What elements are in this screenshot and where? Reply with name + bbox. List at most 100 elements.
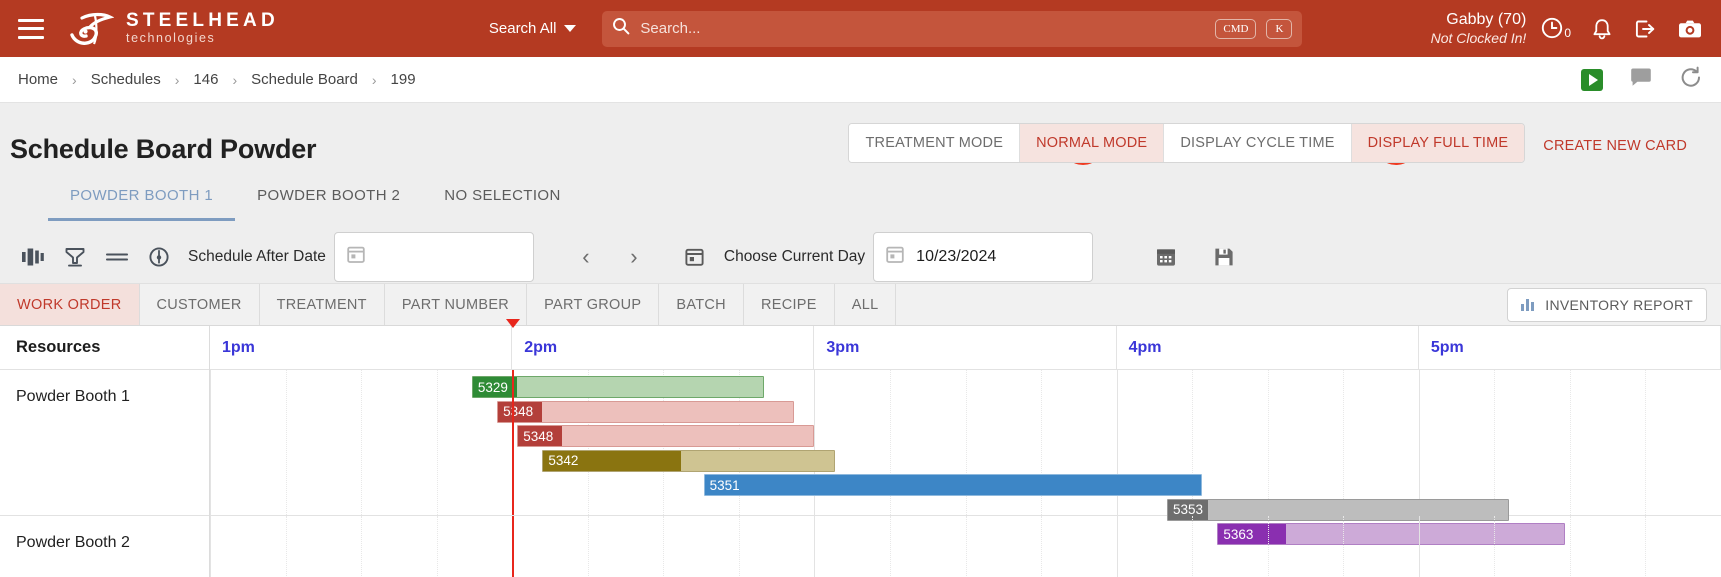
play-button[interactable] <box>1581 68 1603 91</box>
create-new-card-button[interactable]: CREATE NEW CARD <box>1525 127 1703 165</box>
columns-icon[interactable] <box>12 242 54 272</box>
gantt-quarter-gridline <box>361 370 363 515</box>
resources-column-header: Resources <box>0 326 209 370</box>
normal-mode-button[interactable]: NORMAL MODE <box>1020 124 1165 162</box>
breadcrumb-separator-icon: › <box>174 71 180 88</box>
filter-tab-part-group[interactable]: PART GROUP <box>527 284 660 325</box>
gantt-resource-cell: Powder Booth 1 <box>0 370 210 516</box>
breadcrumb-actions <box>1581 66 1703 94</box>
gantt-chart: Resources 1pm 2pm 3pm 4pm 5pm Powder Boo… <box>0 319 1721 577</box>
gantt-hour-gridline <box>1418 516 1420 577</box>
display-cycle-time-button[interactable]: DISPLAY CYCLE TIME <box>1164 124 1352 162</box>
gantt-lane-powder-booth-1[interactable]: 5329 5348 5348 5342 5351 5353 5363 <box>210 370 1721 545</box>
current-day-input[interactable]: 10/23/2024 <box>873 232 1094 282</box>
calendar-icon <box>886 245 904 269</box>
gantt-row: Powder Booth 2 <box>0 516 1721 577</box>
search-scope-dropdown[interactable]: Search All <box>489 20 577 37</box>
filter-tab-customer[interactable]: CUSTOMER <box>139 284 260 325</box>
schedule-after-date-input[interactable] <box>333 232 534 282</box>
logout-icon[interactable] <box>1633 17 1657 41</box>
gantt-quarter-gridline <box>1494 370 1496 515</box>
gantt-lane-powder-booth-2[interactable] <box>210 516 1721 577</box>
clock-icon[interactable]: 0 <box>1540 15 1571 42</box>
filter-funnel-icon[interactable] <box>54 242 96 272</box>
filter-tab-recipe[interactable]: RECIPE <box>743 284 835 325</box>
gantt-quarter-gridline <box>436 516 438 577</box>
treatment-mode-button[interactable]: TREATMENT MODE <box>849 124 1021 162</box>
tab-powder-booth-1[interactable]: POWDER BOOTH 1 <box>48 177 236 221</box>
chat-icon[interactable] <box>1629 67 1653 93</box>
hamburger-icon[interactable] <box>18 18 44 39</box>
gantt-quarter-gridline <box>663 516 665 577</box>
filter-tab-batch[interactable]: BATCH <box>659 284 744 325</box>
breadcrumb: Home › Schedules › 146 › Schedule Board … <box>0 57 1721 103</box>
previous-day-button[interactable]: ‹ <box>568 240 604 274</box>
current-time-marker-icon <box>506 319 521 328</box>
choose-day-calendar-icon[interactable] <box>674 242 716 272</box>
app-header: STEELHEAD technologies Search All Search… <box>0 0 1721 57</box>
filter-tab-treatment[interactable]: TREATMENT <box>259 284 385 325</box>
breadcrumb-item-schedules[interactable]: Schedules <box>91 71 161 88</box>
inventory-report-button[interactable]: INVENTORY REPORT <box>1507 287 1707 322</box>
gantt-resources-header-cell: Resources <box>0 326 210 370</box>
inventory-report-label: INVENTORY REPORT <box>1545 296 1693 313</box>
user-info[interactable]: Gabby (70) Not Clocked In! <box>1431 10 1541 47</box>
gantt-bar[interactable]: 5348 <box>517 425 815 447</box>
hamburger-line <box>18 35 44 39</box>
refresh-icon[interactable] <box>1679 66 1703 94</box>
bell-icon[interactable] <box>1591 17 1613 41</box>
gantt-quarter-gridline <box>1645 516 1647 577</box>
gantt-quarter-gridline <box>1569 370 1571 515</box>
filter-tab-all[interactable]: ALL <box>834 284 897 325</box>
resource-label-powder-booth-1: Powder Booth 1 <box>0 370 209 516</box>
chevron-down-icon <box>564 25 577 32</box>
current-time-line <box>512 370 515 515</box>
gantt-hour-gridline <box>814 516 816 577</box>
gantt-bar[interactable]: 5351 <box>703 474 1203 496</box>
calendar-icon <box>347 245 365 269</box>
gantt-time-axis: 1pm 2pm 3pm 4pm 5pm <box>210 319 1721 370</box>
display-full-time-button[interactable]: DISPLAY FULL TIME <box>1351 124 1525 162</box>
time-tick-2pm: 2pm <box>512 326 815 369</box>
gantt-quarter-gridline <box>889 516 891 577</box>
breadcrumb-item-199[interactable]: 199 <box>391 71 416 88</box>
calendar-icon[interactable] <box>1145 242 1187 272</box>
gantt-bar-work-order-label: 5348 <box>498 401 543 422</box>
bar-chart-icon <box>1521 298 1536 311</box>
next-day-button[interactable]: › <box>616 240 652 274</box>
gantt-quarter-gridline <box>1343 370 1345 515</box>
search-icon <box>612 17 630 40</box>
gantt-quarter-gridline <box>436 370 438 515</box>
schedule-after-date-label: Schedule After Date <box>188 248 326 265</box>
refresh-circle-icon[interactable] <box>138 242 180 272</box>
gantt-quarter-gridline <box>1343 516 1345 577</box>
breadcrumb-item-home[interactable]: Home <box>18 71 58 88</box>
gantt-bar[interactable]: 5348 <box>497 400 795 423</box>
gantt-hour-gridline <box>210 516 211 577</box>
gantt-quarter-gridline <box>965 516 967 577</box>
sort-lines-icon[interactable] <box>96 242 138 272</box>
time-tick-5pm: 5pm <box>1419 326 1721 369</box>
booth-tabs: POWDER BOOTH 1 POWDER BOOTH 2 NO SELECTI… <box>0 177 1721 221</box>
tab-no-selection[interactable]: NO SELECTION <box>422 177 583 221</box>
breadcrumb-separator-icon: › <box>72 71 77 88</box>
time-tick-4pm: 4pm <box>1117 326 1419 369</box>
gantt-quarter-gridline <box>587 516 589 577</box>
gantt-header-row: Resources 1pm 2pm 3pm 4pm 5pm <box>0 319 1721 370</box>
gantt-hour-gridline <box>1116 516 1118 577</box>
brand-logo[interactable]: STEELHEAD technologies <box>66 9 279 49</box>
search-input[interactable]: Search... CMD K <box>602 10 1303 47</box>
search-placeholder: Search... <box>640 20 701 37</box>
gantt-bar[interactable]: 5329 <box>471 376 765 398</box>
gantt-hour-gridline <box>1418 370 1420 515</box>
filter-tab-strip: WORK ORDER CUSTOMER TREATMENT PART NUMBE… <box>0 283 1721 326</box>
tab-powder-booth-2[interactable]: POWDER BOOTH 2 <box>235 177 422 221</box>
camera-icon[interactable] <box>1677 18 1703 40</box>
gantt-quarter-gridline <box>1645 370 1647 515</box>
time-tick-1pm: 1pm <box>210 326 513 369</box>
breadcrumb-item-146[interactable]: 146 <box>193 71 218 88</box>
save-icon[interactable] <box>1203 242 1245 272</box>
gantt-bar[interactable]: 5342 <box>542 449 835 472</box>
breadcrumb-item-schedule-board[interactable]: Schedule Board <box>251 71 358 88</box>
filter-tab-work-order[interactable]: WORK ORDER <box>0 284 140 325</box>
